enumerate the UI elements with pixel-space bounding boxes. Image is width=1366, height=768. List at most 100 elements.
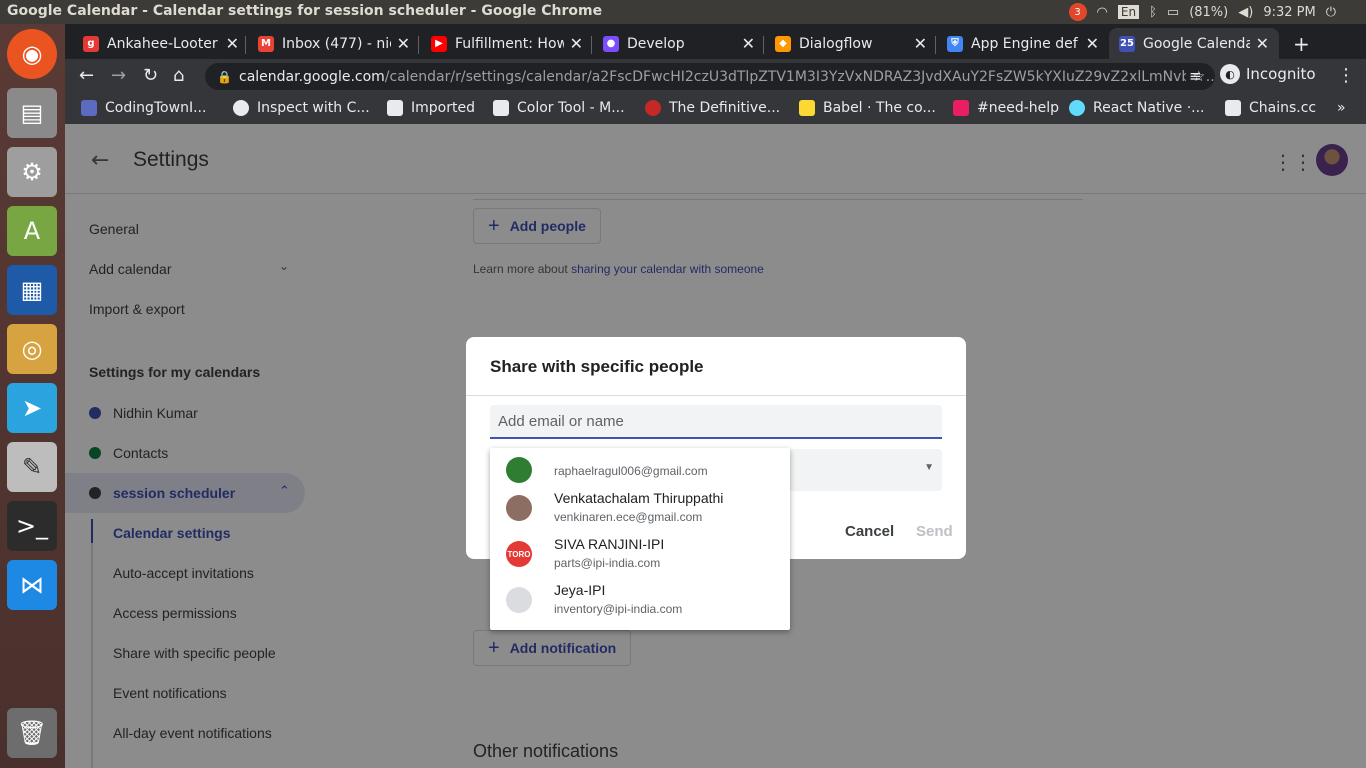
keyboard-language[interactable]: En	[1117, 5, 1140, 19]
bookmark-label: #need-help	[977, 100, 1060, 116]
suggestion-name: Jeya-IPI	[554, 582, 606, 598]
tab-close-icon[interactable]: ✕	[1256, 34, 1269, 53]
email-or-name-input[interactable]	[490, 405, 942, 439]
chrome-icon[interactable]: ◎	[7, 324, 57, 374]
dialogflow-icon: ◆	[775, 35, 791, 52]
tab-close-icon[interactable]: ✕	[742, 34, 755, 53]
bookmark-icon	[645, 100, 661, 116]
bookmark-label: Imported	[411, 100, 475, 116]
bookmark-folder[interactable]: Imported	[387, 100, 475, 116]
suggestion-email: raphaelragul006@gmail.com	[554, 464, 708, 478]
telegram-icon[interactable]: ➤	[7, 383, 57, 433]
tab[interactable]: ▶ Fulfillment: How ✕	[431, 28, 583, 59]
bookmark[interactable]: #need-help	[953, 100, 1059, 116]
tab[interactable]: M Inbox (477) - nid ✕	[258, 28, 410, 59]
app-engine-icon: ⛨	[947, 35, 963, 52]
bookmark-label: Inspect with C...	[257, 100, 370, 116]
tab-label: Inbox (477) - nid	[282, 35, 391, 52]
tab-strip: g Ankahee-Looter ✕ M Inbox (477) - nid ✕…	[65, 24, 1366, 59]
tab-close-icon[interactable]: ✕	[570, 34, 583, 53]
home-icon[interactable]: ⌂	[173, 65, 184, 86]
power-icon[interactable]: ⏻	[1326, 5, 1336, 20]
url-path: /calendar/r/settings/calendar/a2FscDFwcH…	[384, 68, 1215, 85]
cancel-button[interactable]: Cancel	[845, 523, 894, 540]
dialog-title: Share with specific people	[490, 357, 704, 376]
notification-badge[interactable]: 3	[1068, 3, 1087, 21]
tab-close-icon[interactable]: ✕	[397, 34, 410, 53]
tab-favicon-icon: ●	[603, 35, 619, 52]
bookmark-label: Chains.cc	[1249, 100, 1317, 116]
volume-icon[interactable]: ◀)	[1238, 5, 1253, 20]
system-tray: 3 ◠ En ᛒ ▭ (81%) ◀) 9:32 PM ⏻	[1068, 0, 1366, 24]
battery-percent: (81%)	[1189, 4, 1229, 20]
forward-arrow-icon[interactable]: →	[111, 65, 126, 86]
suggestion-name: Venkatachalam Thiruppathi	[554, 490, 724, 506]
incognito-indicator[interactable]: ◐ Incognito	[1220, 64, 1316, 84]
trash-icon[interactable]: 🗑	[7, 708, 57, 758]
bookmark[interactable]: Babel · The co...	[799, 100, 936, 116]
media-icon[interactable]: ≡	[1189, 67, 1202, 85]
tab-label: Dialogflow	[799, 35, 873, 52]
suggestion-email: venkinaren.ece@gmail.com	[554, 510, 703, 524]
new-tab-button[interactable]: +	[1293, 28, 1313, 59]
bookmark-icon	[493, 100, 509, 116]
launcher: ◉ ▤ ⚙ A ▦ ◎ ➤ ✎ >_ ⋈ 🗑	[0, 24, 65, 768]
toro-logo-icon: TORO	[506, 541, 532, 567]
bookmark-label: React Native ·...	[1093, 100, 1205, 116]
address-bar[interactable]: 🔒 calendar.google.com/calendar/r/setting…	[205, 63, 1215, 90]
android-studio-icon[interactable]: A	[7, 206, 57, 256]
default-avatar-icon	[506, 587, 532, 613]
bookmark[interactable]: CodingTownI...	[81, 100, 206, 116]
tab-close-icon[interactable]: ✕	[1086, 34, 1099, 53]
reload-icon[interactable]: ↻	[143, 65, 158, 86]
bookmark-label: Color Tool - M...	[517, 100, 625, 116]
wifi-icon[interactable]: ◠	[1097, 5, 1108, 20]
more-bookmarks-button[interactable]: »	[1337, 100, 1346, 116]
bookmark-icon	[81, 100, 97, 116]
send-button[interactable]: Send	[916, 523, 953, 540]
system-top-bar: Google Calendar - Calendar settings for …	[0, 0, 1366, 24]
babel-icon	[799, 100, 815, 116]
bookmark[interactable]: Chains.cc	[1225, 100, 1316, 116]
terminal-icon[interactable]: >_	[7, 501, 57, 551]
tab[interactable]: ● Develop ✕	[603, 28, 755, 59]
bookmark-icon	[1225, 100, 1241, 116]
tab[interactable]: ◆ Dialogflow ✕	[775, 28, 927, 59]
calendar-settings-page: ← Settings ⋮⋮⋮ General Add calendar ⌄ Im…	[65, 124, 1366, 768]
tab-active[interactable]: 25 Google Calenda ✕	[1109, 28, 1279, 59]
bookmark[interactable]: Inspect with C...	[233, 100, 370, 116]
tab-label: Google Calenda	[1143, 35, 1250, 52]
back-arrow-icon[interactable]: ←	[79, 65, 94, 86]
bookmark-label: Babel · The co...	[823, 100, 936, 116]
ubuntu-icon[interactable]: ◉	[7, 29, 57, 79]
vscode-icon[interactable]: ⋈	[7, 560, 57, 610]
bookmark[interactable]: React Native ·...	[1069, 100, 1205, 116]
bluetooth-icon[interactable]: ᛒ	[1149, 5, 1157, 20]
bookmark-label: CodingTownI...	[105, 100, 207, 116]
calendar-icon: 25	[1119, 35, 1135, 52]
text-editor-icon[interactable]: ✎	[7, 442, 57, 492]
settings-icon[interactable]: ⚙	[7, 147, 57, 197]
suggestion-item[interactable]: Venkatachalam Thiruppathi venkinaren.ece…	[490, 486, 790, 532]
tab-favicon-icon: g	[83, 35, 99, 52]
menu-icon[interactable]: ⋮	[1337, 65, 1355, 86]
files-icon[interactable]: ▤	[7, 88, 57, 138]
contact-suggestions: raphaelragul006@gmail.com Venkatachalam …	[490, 448, 790, 630]
folder-icon	[387, 100, 403, 116]
suggestion-item[interactable]: TORO SIVA RANJINI-IPI parts@ipi-india.co…	[490, 532, 790, 578]
tab-close-icon[interactable]: ✕	[914, 34, 927, 53]
tab-close-icon[interactable]: ✕	[226, 34, 239, 53]
suggestion-item[interactable]: Jeya-IPI inventory@ipi-india.com	[490, 578, 790, 624]
dropdown-arrow-icon: ▼	[924, 462, 934, 473]
suggestion-email: parts@ipi-india.com	[554, 556, 661, 570]
battery-icon[interactable]: ▭	[1167, 5, 1179, 20]
lock-icon: 🔒	[217, 69, 232, 84]
clock[interactable]: 9:32 PM	[1263, 5, 1315, 20]
tab-label: App Engine def	[971, 35, 1078, 52]
bookmark[interactable]: The Definitive...	[645, 100, 780, 116]
incognito-icon: ◐	[1220, 64, 1240, 84]
writer-icon[interactable]: ▦	[7, 265, 57, 315]
bookmark[interactable]: Color Tool - M...	[493, 100, 625, 116]
tab[interactable]: g Ankahee-Looter ✕	[83, 28, 239, 59]
tab[interactable]: ⛨ App Engine def ✕	[947, 28, 1099, 59]
